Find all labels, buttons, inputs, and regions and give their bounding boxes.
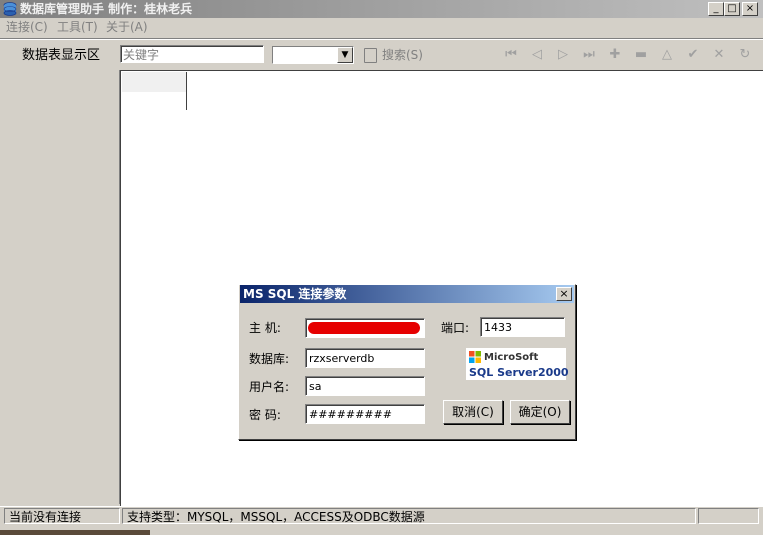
- search-button[interactable]: 搜索(S): [382, 47, 423, 63]
- refresh-record-icon[interactable]: ↻: [735, 46, 755, 64]
- host-redaction: [308, 322, 420, 334]
- prev-record-icon[interactable]: ◁: [527, 46, 547, 64]
- post-record-icon[interactable]: ✔: [683, 46, 703, 64]
- password-field[interactable]: #########: [305, 404, 425, 424]
- search-checkbox-icon[interactable]: [364, 48, 377, 63]
- host-label: 主 机:: [249, 321, 281, 335]
- logo-text-top: MicroSoft: [484, 352, 539, 363]
- port-field[interactable]: 1433: [480, 317, 565, 337]
- minimize-button[interactable]: _: [708, 2, 724, 16]
- keyword-input[interactable]: 关键字: [120, 45, 264, 63]
- chevron-down-icon[interactable]: ▼: [337, 47, 353, 63]
- close-button[interactable]: ×: [742, 2, 758, 16]
- password-label: 密 码:: [249, 408, 281, 422]
- menu-tools[interactable]: 工具(T): [57, 19, 98, 35]
- username-field[interactable]: sa: [305, 376, 425, 396]
- cancel-record-icon[interactable]: ✕: [709, 46, 729, 64]
- delete-record-icon[interactable]: ▬: [631, 46, 651, 64]
- grid-column-divider: [186, 72, 187, 110]
- first-record-icon[interactable]: ⏮: [501, 46, 521, 64]
- menu-about[interactable]: 关于(A): [106, 19, 148, 35]
- windows-flag-icon: [469, 351, 481, 363]
- field-select[interactable]: ▼: [272, 46, 354, 64]
- ok-button[interactable]: 确定(O): [510, 400, 570, 424]
- edit-record-icon[interactable]: △: [657, 46, 677, 64]
- menu-connect[interactable]: 连接(C): [6, 19, 48, 35]
- grid-indicator-cell: [122, 72, 187, 92]
- username-label: 用户名:: [249, 380, 290, 394]
- last-record-icon[interactable]: ⏭: [579, 46, 599, 64]
- status-extra-panel: [698, 508, 759, 524]
- port-label: 端口:: [441, 321, 470, 335]
- window-title: 数据库管理助手 制作：桂林老兵: [20, 2, 193, 16]
- toolbar-divider-highlight: [0, 39, 763, 40]
- connection-status: 当前没有连接: [4, 508, 120, 524]
- cancel-button[interactable]: 取消(C): [443, 400, 503, 424]
- insert-record-icon[interactable]: ✚: [605, 46, 625, 64]
- maximize-button[interactable]: □: [724, 2, 740, 16]
- dialog-close-button[interactable]: ×: [556, 287, 572, 301]
- database-label: 数据库:: [249, 352, 290, 366]
- dialog-title: MS SQL 连接参数: [243, 287, 347, 301]
- table-list-panel[interactable]: [0, 70, 121, 504]
- app-icon: [3, 2, 17, 16]
- database-field[interactable]: rzxserverdb: [305, 348, 425, 368]
- supported-types-status: 支持类型：MYSQL，MSSQL，ACCESS及ODBC数据源: [122, 508, 696, 524]
- next-record-icon[interactable]: ▷: [553, 46, 573, 64]
- taskbar-fragment: [0, 530, 150, 535]
- table-area-label: 数据表显示区: [22, 48, 101, 63]
- logo-text-bottom: SQL Server2000: [469, 366, 569, 379]
